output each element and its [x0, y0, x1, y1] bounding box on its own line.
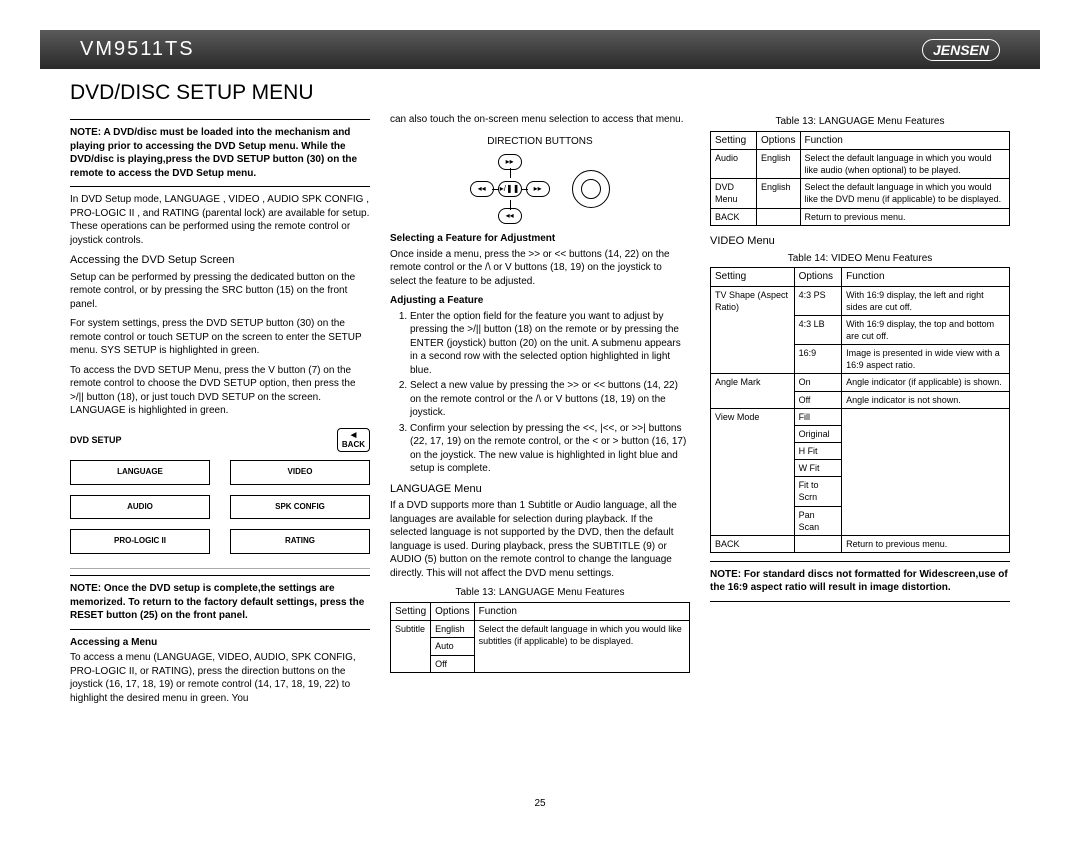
column-3: Table 13: LANGUAGE Menu Features Setting…: [710, 113, 1010, 711]
table-cell: Audio: [711, 150, 757, 179]
table-cell: View Mode: [711, 408, 795, 535]
menu-btn-rating: RATING: [230, 529, 370, 554]
table-cell: Select the default language in which you…: [800, 179, 1010, 208]
menu-btn-audio: AUDIO: [70, 495, 210, 520]
heading-video-menu: VIDEO Menu: [710, 234, 1010, 249]
table-cell: Angle indicator (if applicable) is shown…: [842, 374, 1010, 391]
table-cell: With 16:9 display, the left and right si…: [842, 286, 1010, 315]
table-cell: Auto: [431, 638, 474, 655]
note-1: NOTE: A DVD/disc must be loaded into the…: [70, 126, 370, 180]
cont-text: can also touch the on-screen menu select…: [390, 113, 690, 127]
access-p2: For system settings, press the DVD SETUP…: [70, 317, 370, 358]
table14-caption: Table 14: VIDEO Menu Features: [710, 252, 1010, 266]
adjust-step-3: Confirm your selection by pressing the <…: [410, 422, 690, 476]
th-options: Options: [757, 131, 800, 150]
table-cell: English: [431, 621, 474, 638]
table-cell: W Fit: [794, 460, 842, 477]
header-bar: VM9511TS JENSEN: [40, 30, 1040, 69]
direction-pad: ▸▸ ◂◂ ◂◂ ▸▸ ▸/❚❚: [470, 154, 550, 224]
dir-left-icon: ◂◂: [470, 181, 494, 197]
table-cell: Off: [431, 655, 474, 672]
table-cell: Return to previous menu.: [842, 535, 1010, 552]
heading-accessing-menu: Accessing a Menu: [70, 636, 370, 650]
table-cell: BACK: [711, 535, 795, 552]
table-cell: 16:9: [794, 345, 842, 374]
column-2: can also touch the on-screen menu select…: [390, 113, 690, 711]
th-setting: Setting: [711, 131, 757, 150]
table-cell: 4:3 LB: [794, 315, 842, 344]
heading-accessing: Accessing the DVD Setup Screen: [70, 253, 370, 268]
dir-right-icon: ▸▸: [526, 181, 550, 197]
table-cell: [757, 208, 800, 225]
table-cell: DVD Menu: [711, 179, 757, 208]
th-function: Function: [800, 131, 1010, 150]
back-icon: BACK: [337, 428, 370, 452]
menu-btn-prologic: PRO-LOGIC II: [70, 529, 210, 554]
access-p1: Setup can be performed by pressing the d…: [70, 271, 370, 312]
note-2: NOTE: Once the DVD setup is complete,the…: [70, 582, 370, 623]
brand-logo: JENSEN: [922, 39, 1000, 61]
menu-btn-video: VIDEO: [230, 460, 370, 485]
adjust-steps: Enter the option field for the feature y…: [390, 310, 690, 476]
table-cell: Return to previous menu.: [800, 208, 1010, 225]
table-cell: 4:3 PS: [794, 286, 842, 315]
direction-label: DIRECTION BUTTONS: [390, 135, 690, 149]
table-13a: Setting Options Function Subtitle Englis…: [390, 602, 690, 673]
table-cell: Angle Mark: [711, 374, 795, 408]
select-feature-text: Once inside a menu, press the >> or << b…: [390, 248, 690, 289]
table-cell: H Fit: [794, 442, 842, 459]
table-cell: Off: [794, 391, 842, 408]
table-cell: TV Shape (Aspect Ratio): [711, 286, 795, 374]
dvd-setup-diagram: DVD SETUP BACK LANGUAGE VIDEO AUDIO SPK …: [70, 428, 370, 554]
table-cell: BACK: [711, 208, 757, 225]
table-cell: Pan Scan: [794, 506, 842, 535]
accessing-menu-text: To access a menu (LANGUAGE, VIDEO, AUDIO…: [70, 651, 370, 705]
page-title: DVD/DISC SETUP MENU: [70, 81, 1040, 105]
table13a-caption: Table 13: LANGUAGE Menu Features: [390, 586, 690, 600]
language-menu-text: If a DVD supports more than 1 Subtitle o…: [390, 499, 690, 580]
table-cell: Original: [794, 425, 842, 442]
heading-adjust-feature: Adjusting a Feature: [390, 294, 690, 308]
table-13b: Setting Options Function Audio English S…: [710, 131, 1010, 226]
menu-btn-language: LANGUAGE: [70, 460, 210, 485]
dir-down-icon: ◂◂: [498, 208, 522, 224]
table-cell: Angle indicator is not shown.: [842, 391, 1010, 408]
menu-btn-spkconfig: SPK CONFIG: [230, 495, 370, 520]
th-function: Function: [842, 268, 1010, 287]
table-cell: English: [757, 150, 800, 179]
intro-text: In DVD Setup mode, LANGUAGE , VIDEO , AU…: [70, 193, 370, 247]
dir-center-icon: ▸/❚❚: [498, 181, 522, 197]
column-1: NOTE: A DVD/disc must be loaded into the…: [70, 113, 370, 711]
table13b-caption: Table 13: LANGUAGE Menu Features: [710, 115, 1010, 129]
table-cell: Image is presented in wide view with a 1…: [842, 345, 1010, 374]
table-cell: English: [757, 179, 800, 208]
th-options: Options: [431, 602, 474, 621]
table-cell: With 16:9 display, the top and bottom ar…: [842, 315, 1010, 344]
table-cell: On: [794, 374, 842, 391]
table-cell: Select the default language in which you…: [800, 150, 1010, 179]
table-cell: [842, 408, 1010, 535]
joystick-icon: [572, 170, 610, 208]
adjust-step-1: Enter the option field for the feature y…: [410, 310, 690, 378]
th-setting: Setting: [391, 602, 431, 621]
table-cell: Subtitle: [391, 621, 431, 672]
model-number: VM9511TS: [80, 38, 195, 61]
th-function: Function: [474, 602, 689, 621]
table-cell: Fit to Scrn: [794, 477, 842, 506]
table-cell: Fill: [794, 408, 842, 425]
table-cell: Select the default language in which you…: [474, 621, 689, 672]
th-setting: Setting: [711, 268, 795, 287]
adjust-step-2: Select a new value by pressing the >> or…: [410, 379, 690, 420]
direction-diagram: DIRECTION BUTTONS ▸▸ ◂◂ ◂◂ ▸▸ ▸/❚❚: [390, 135, 690, 225]
th-options: Options: [794, 268, 842, 287]
heading-select-feature: Selecting a Feature for Adjustment: [390, 232, 690, 246]
page-number: 25: [534, 798, 545, 809]
table-cell: [794, 535, 842, 552]
note-3: NOTE: For standard discs not formatted f…: [710, 568, 1010, 595]
diagram-title: DVD SETUP: [70, 434, 122, 446]
heading-language-menu: LANGUAGE Menu: [390, 482, 690, 497]
content-columns: NOTE: A DVD/disc must be loaded into the…: [40, 105, 1040, 711]
access-p3: To access the DVD SETUP Menu, press the …: [70, 364, 370, 418]
table-14: Setting Options Function TV Shape (Aspec…: [710, 267, 1010, 553]
